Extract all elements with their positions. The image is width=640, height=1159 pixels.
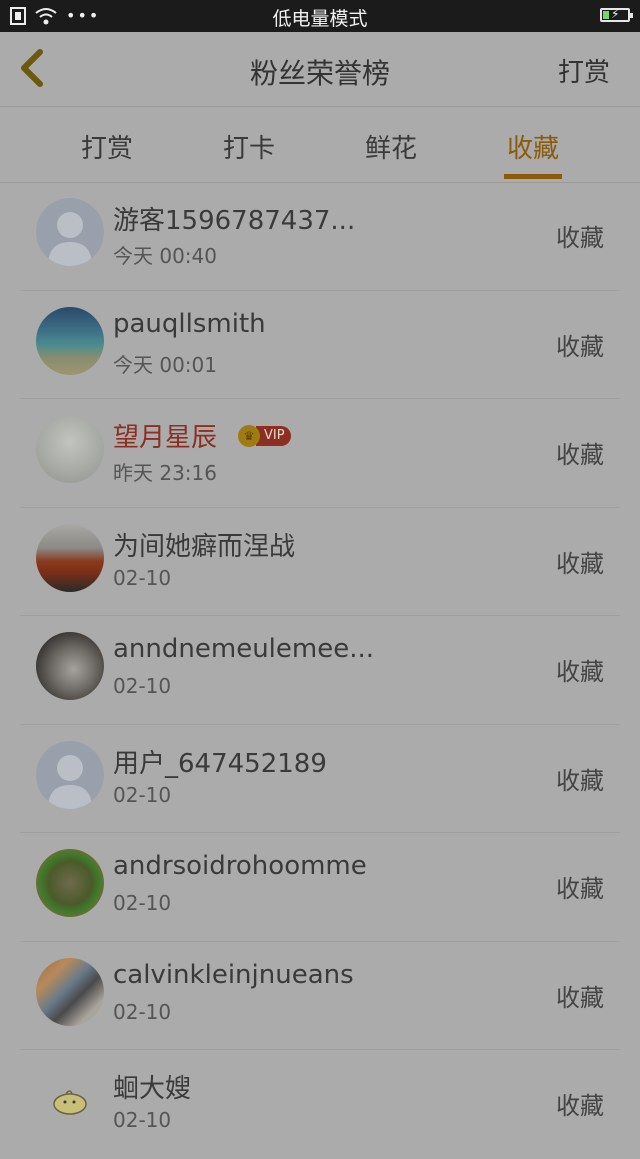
tab-reward[interactable]: 打赏	[57, 128, 157, 165]
illustration-photo[interactable]	[36, 849, 104, 917]
action-label: 收藏	[556, 983, 604, 1012]
timestamp: 02-10	[113, 999, 172, 1024]
list-item[interactable]: anndnemeulemee... 02-10 收藏	[0, 616, 640, 725]
user-name: andrsoidrohoomme	[113, 851, 367, 881]
timestamp: 02-10	[113, 782, 172, 807]
list-item[interactable]: 为间她癖而涅战 02-10 收藏	[0, 508, 640, 616]
list-item[interactable]: 蛔大嫂 02-10 收藏	[0, 1050, 640, 1159]
battery-icon: ⚡	[600, 7, 633, 22]
user-name: 游客1596787437...	[113, 206, 356, 236]
list-item[interactable]: pauqllsmith 今天 00:01 收藏	[0, 291, 640, 399]
user-name: 蛔大嫂	[113, 1074, 192, 1104]
action-label: 收藏	[556, 549, 604, 578]
page-title: 粉丝荣誉榜	[249, 57, 390, 90]
vip-badge: ♛ VIP	[238, 425, 291, 447]
action-label: 收藏	[556, 1092, 604, 1120]
timestamp: 02-10	[113, 565, 172, 590]
crown-icon: ♛	[238, 425, 260, 447]
list-item[interactable]: calvinkleinjnueans 02-10 收藏	[0, 942, 640, 1050]
beach-photo[interactable]	[36, 306, 104, 375]
nav-bar: 粉丝荣誉榜 打赏	[0, 32, 640, 107]
timestamp: 今天 00:40	[113, 244, 217, 268]
timestamp: 今天 00:01	[113, 352, 217, 377]
fan-list: 游客1596787437... 今天 00:40 收藏 pauqllsmith …	[0, 182, 640, 1159]
cat-photo[interactable]	[36, 957, 104, 1026]
list-item[interactable]: 游客1596787437... 今天 00:40 收藏	[0, 182, 640, 291]
tab-bar: 打赏 打卡 鲜花 收藏	[0, 106, 640, 183]
list-item[interactable]: 望月星辰 ♛ VIP 昨天 23:16 收藏	[0, 399, 640, 508]
action-label: 收藏	[556, 332, 604, 361]
timestamp: 02-10	[113, 1108, 172, 1132]
cartoon-blob-icon[interactable]	[36, 1066, 104, 1134]
default-avatar-icon[interactable]	[36, 740, 104, 809]
tab-flowers[interactable]: 鲜花	[341, 128, 441, 165]
action-label: 收藏	[556, 875, 604, 903]
action-label: 收藏	[556, 766, 604, 795]
status-bar: ••• 低电量模式 ⚡	[0, 0, 640, 32]
user-name: 用户_647452189	[113, 748, 327, 779]
tab-checkin[interactable]: 打卡	[199, 128, 299, 165]
user-name: anndnemeulemee...	[113, 634, 375, 664]
list-item[interactable]: andrsoidrohoomme 02-10 收藏	[0, 833, 640, 942]
default-avatar-icon[interactable]	[36, 198, 104, 266]
action-label: 收藏	[556, 224, 604, 252]
timestamp: 02-10	[113, 891, 172, 915]
car-photo[interactable]	[36, 523, 104, 592]
user-name: calvinkleinjnueans	[113, 959, 354, 990]
user-name: pauqllsmith	[113, 308, 266, 339]
action-label: 收藏	[556, 441, 604, 469]
timestamp: 昨天 23:16	[113, 461, 217, 485]
tab-favorites[interactable]: 收藏	[483, 128, 583, 179]
status-mode-text: 低电量模式	[272, 8, 368, 30]
list-item[interactable]: 用户_647452189 02-10 收藏	[0, 725, 640, 833]
person-photo[interactable]	[36, 632, 104, 700]
timestamp: 02-10	[113, 674, 172, 698]
user-name: 为间她癖而涅战	[113, 531, 296, 562]
action-label: 收藏	[556, 658, 604, 686]
user-name: 望月星辰	[113, 423, 218, 453]
reward-button[interactable]: 打赏	[558, 52, 610, 89]
anime-girl-photo[interactable]	[36, 415, 104, 483]
